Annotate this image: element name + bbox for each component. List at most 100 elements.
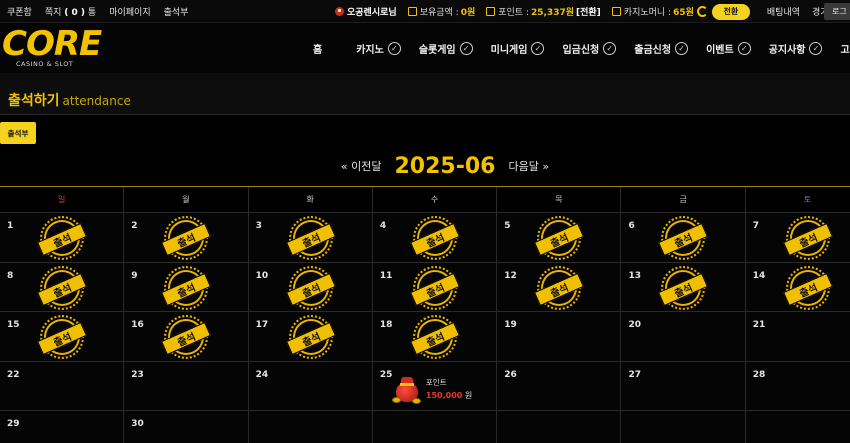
attendance-stamp-icon: 출석	[37, 315, 87, 359]
nav-item-notice[interactable]: 공지사항 ✓	[769, 41, 823, 56]
calendar-day: 8 출석	[0, 262, 125, 312]
stamp-band: 출석	[37, 272, 87, 306]
mypage-link[interactable]: 마이페이지	[109, 5, 150, 18]
attendance-stamp-icon: 출석	[409, 315, 460, 359]
day-number: 7	[752, 221, 760, 231]
weekday-header: 일 월 화 수 목 금 토	[0, 187, 850, 213]
calendar-day: 23	[124, 361, 249, 411]
user-info: 오공렌시로님	[335, 5, 397, 18]
tab-attendance[interactable]: 출석부	[0, 122, 36, 144]
attendance-stamp-icon: 출석	[161, 315, 212, 359]
convert-button[interactable]: 전환	[711, 3, 750, 20]
day-number: 27	[628, 369, 642, 380]
stamp-band: 출석	[782, 272, 833, 306]
nav-label: 출금신청	[634, 44, 672, 56]
day-number: 13	[628, 270, 642, 281]
stamp-text: 출석	[176, 282, 198, 300]
calendar-day: 28	[745, 361, 850, 411]
stamp-band: 출석	[285, 272, 336, 306]
stamp-band: 출석	[658, 222, 709, 257]
prev-month-link[interactable]: « 이전달	[341, 158, 382, 174]
day-number: 22	[7, 369, 20, 380]
stamp-band: 출석	[534, 222, 585, 257]
check-circle-icon: ✓	[809, 41, 823, 55]
nav-item-casino[interactable]: 카지노 ✓	[356, 41, 401, 56]
nav-item-slot[interactable]: 슬롯게임 ✓	[419, 41, 473, 56]
attendance-stamp-icon: 출석	[534, 216, 585, 260]
top-left-links: 쿠폰함 쪽지 ( 0 ) 통 마이페이지 출석부	[0, 5, 188, 18]
day-number: 26	[504, 369, 517, 380]
attendance-calendar: 일 월 화 수 목 금 토 1 출석 2 출석 3 출석 4 출석 5 출석 6 출석 7 출석 8 출석 9 출…	[0, 186, 850, 443]
stamp-text: 출석	[549, 282, 571, 300]
logo-subtext: CASINO & SLOT	[16, 60, 74, 68]
nav-label: 공지사항	[768, 44, 806, 56]
stamp-band: 출석	[37, 222, 87, 257]
stamp-band: 출석	[161, 222, 212, 257]
attendance-stamp-icon: 출석	[285, 265, 336, 310]
calendar-day: 20	[621, 312, 746, 362]
nav-item-support[interactable]: 고객✓	[840, 41, 850, 56]
messages-label: 쪽지	[44, 7, 62, 18]
refresh-icon[interactable]	[696, 6, 708, 17]
coupon-link[interactable]: 쿠폰함	[7, 5, 32, 18]
nav-label: 이벤트	[706, 44, 734, 56]
attendance-stamp-icon: 출석	[782, 216, 833, 260]
nav-item-deposit[interactable]: 입금신청 ✓	[562, 41, 617, 56]
calendar-day: 7 출석	[745, 213, 850, 263]
attendance-stamp-icon: 출석	[409, 216, 460, 260]
calendar-day: 19	[497, 312, 622, 362]
points-icon	[486, 7, 496, 16]
day-number: 21	[752, 320, 766, 330]
logo-text: CORE	[2, 24, 102, 64]
calendar-day: 26	[497, 361, 622, 411]
attendance-stamp-icon: 출석	[534, 265, 585, 310]
stamp-band: 출석	[409, 222, 460, 257]
stamp-text: 출석	[176, 331, 198, 350]
money-bag-icon	[391, 374, 421, 404]
month-navigation: « 이전달 2025-06 다음달 »	[0, 150, 850, 182]
nav-home[interactable]: 홈	[313, 41, 322, 56]
day-number: 23	[131, 369, 144, 380]
casino-money-icon	[611, 7, 621, 16]
calendar-day: 15 출석	[0, 312, 125, 362]
stamp-text: 출석	[300, 232, 323, 251]
casino-money-value: 65원	[673, 8, 694, 18]
casino-money-info: 카지노머니 : 65원	[611, 5, 708, 18]
top-right-info: 오공렌시로님 보유금액 : 0원 포인트 : 25,337원 [전환] 카지노머…	[335, 0, 845, 23]
weekday-wed: 수	[372, 187, 498, 213]
calendar-day: 17 출석	[248, 312, 373, 362]
calendar-day	[745, 411, 850, 443]
day-number: 28	[752, 369, 766, 380]
current-month: 2025-06	[394, 153, 496, 179]
points-convert-link[interactable]: [전환]	[576, 5, 601, 18]
day-number: 4	[379, 221, 387, 231]
calendar-day	[621, 411, 746, 443]
day-number: 8	[7, 270, 14, 281]
nav-item-minigame[interactable]: 미니게임 ✓	[491, 41, 545, 56]
bet-history-link[interactable]: 배팅내역	[767, 5, 800, 18]
stamp-text: 출석	[425, 331, 447, 350]
stamp-band: 출석	[161, 272, 212, 306]
main-nav: CORE CASINO & SLOT 홈 카지노 ✓ 슬롯게임 ✓ 미니게임 ✓ 입금…	[0, 23, 850, 73]
calendar-day: 13 출석	[621, 262, 746, 312]
check-circle-icon: ✓	[387, 41, 401, 55]
stamp-text: 출석	[673, 232, 695, 251]
weekday-thu: 목	[497, 187, 622, 213]
attendance-link[interactable]: 출석부	[164, 5, 189, 18]
menu: 홈 카지노 ✓ 슬롯게임 ✓ 미니게임 ✓ 입금신청 ✓ 출금신청 ✓ 이벤트 ✓ 공지사항…	[300, 23, 850, 73]
next-month-link[interactable]: 다음달 »	[508, 158, 549, 174]
attendance-stamp-icon: 출석	[409, 265, 460, 310]
balance-value: 0원	[460, 8, 476, 18]
page-title: 출석하기 attendance	[8, 90, 131, 110]
nav-item-withdraw[interactable]: 출금신청 ✓	[634, 41, 689, 56]
day-number: 20	[628, 320, 642, 330]
day-number: 14	[752, 270, 766, 281]
stamp-band: 출석	[534, 272, 585, 306]
nav-item-event[interactable]: 이벤트 ✓	[706, 41, 751, 56]
check-circle-icon: ✓	[459, 41, 473, 55]
messages-link[interactable]: 쪽지 ( 0 ) 통	[45, 5, 96, 18]
day-number: 24	[255, 369, 269, 380]
logo[interactable]: CORE CASINO & SLOT	[2, 24, 102, 68]
login-button[interactable]: 로그	[824, 3, 850, 20]
calendar-day: 21	[745, 312, 850, 362]
